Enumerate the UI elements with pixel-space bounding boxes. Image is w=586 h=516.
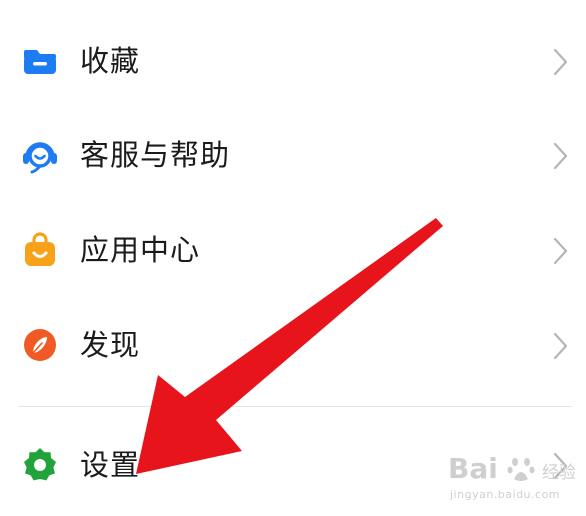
- menu-item-customer-service[interactable]: 客服与帮助: [0, 110, 586, 200]
- compass-icon: [24, 329, 56, 361]
- shopping-bag-icon: [25, 232, 55, 266]
- settings-menu: 收藏 客服与帮助 应用中心 发现 设置: [0, 0, 586, 516]
- chevron-right-icon: [553, 332, 568, 360]
- watermark-jingyan: 经验: [542, 463, 576, 483]
- menu-item-label: 设置: [80, 448, 141, 482]
- chevron-right-icon: [553, 142, 568, 170]
- menu-item-label: 发现: [80, 328, 141, 362]
- menu-item-discover[interactable]: 发现: [0, 300, 586, 390]
- menu-item-label: 客服与帮助: [80, 138, 231, 172]
- watermark-url: jingyan.baidu.com: [450, 488, 561, 501]
- menu-item-label: 应用中心: [80, 233, 201, 267]
- menu-item-label: 收藏: [80, 44, 141, 78]
- section-divider: [18, 406, 572, 407]
- watermark-brand: Bai: [448, 452, 498, 485]
- menu-item-favorites[interactable]: 收藏: [0, 16, 586, 106]
- paw-icon: [507, 458, 535, 481]
- chevron-right-icon: [553, 48, 568, 76]
- menu-item-app-center[interactable]: 应用中心: [0, 205, 586, 295]
- folder-icon: [24, 50, 56, 74]
- chevron-right-icon: [553, 237, 568, 265]
- gear-icon: [24, 448, 56, 481]
- baidu-jingyan-watermark: Bai 经验 jingyan.baidu.com: [448, 448, 582, 510]
- headset-icon: [23, 142, 57, 174]
